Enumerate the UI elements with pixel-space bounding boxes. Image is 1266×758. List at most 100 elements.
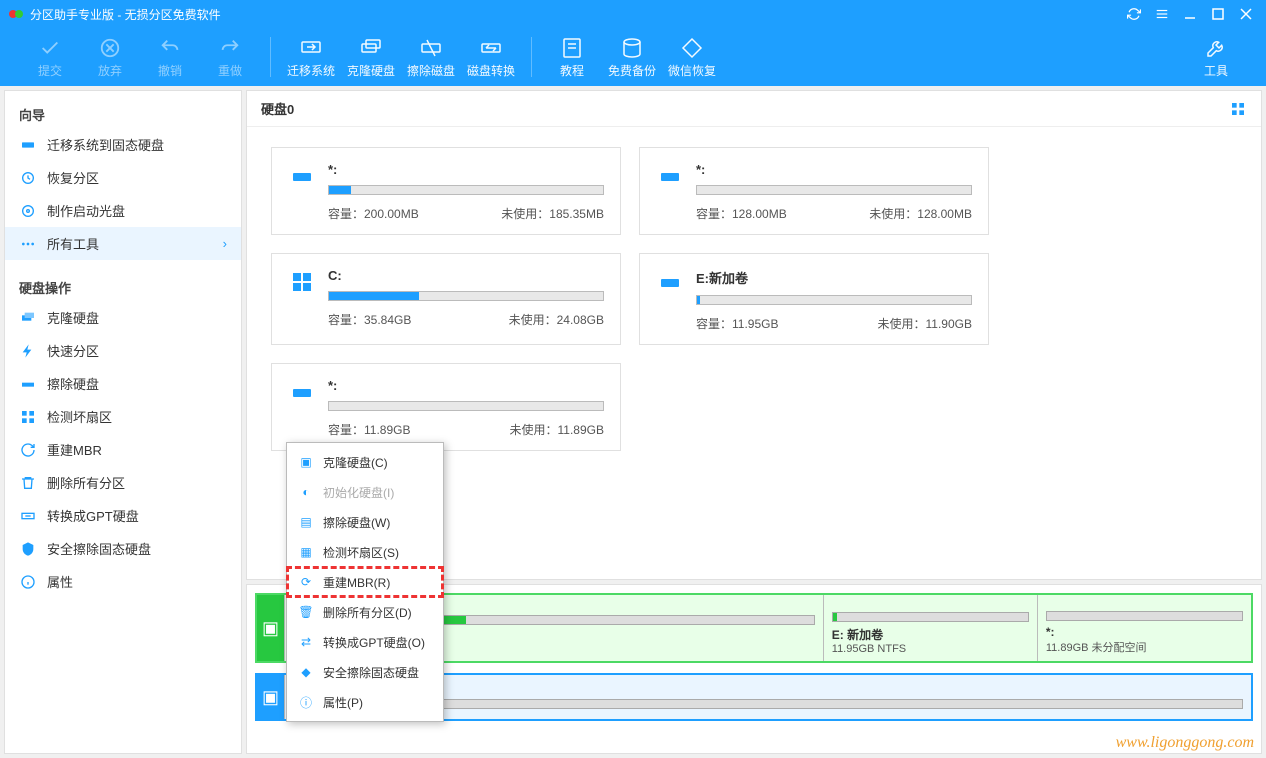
sidebar-item-rebuild-mbr[interactable]: 重建MBR: [5, 433, 241, 466]
drive-icon: [656, 162, 684, 190]
context-menu-item[interactable]: ▣ 克隆硬盘(C): [287, 447, 443, 477]
dots-icon: [19, 235, 37, 253]
menu-item-label: 转换成GPT硬盘(O): [323, 634, 425, 651]
app-logo-icon: [8, 6, 24, 22]
convert-icon: [19, 507, 37, 525]
partition-card[interactable]: E:新加卷 容量：11.95GB 未使用：11.90GB: [639, 253, 989, 345]
sidebar-item-alltools[interactable]: 所有工具›: [5, 227, 241, 260]
tutorial-button[interactable]: 教程: [542, 30, 602, 84]
menu-item-icon: ▦: [297, 543, 315, 561]
menu-item-icon: ▤: [297, 513, 315, 531]
free-backup-button[interactable]: 免费备份: [602, 30, 662, 84]
migrate-os-button[interactable]: 迁移系统: [281, 30, 341, 84]
recover-icon: [19, 169, 37, 187]
drive-icon: [288, 378, 316, 406]
refresh-icon: [19, 441, 37, 459]
drive-icon: [288, 268, 316, 296]
undo-icon: [158, 36, 182, 60]
sidebar-item-clone[interactable]: 克隆硬盘: [5, 301, 241, 334]
capacity-label: 容量：11.89GB: [328, 421, 410, 438]
capacity-label: 容量：200.00MB: [328, 205, 419, 222]
partition-card[interactable]: *: 容量：128.00MB 未使用：128.00MB: [639, 147, 989, 235]
wipe-icon: [419, 36, 443, 60]
view-toggle-icon[interactable]: [1229, 100, 1247, 118]
title-bar: 分区助手专业版 - 无损分区免费软件: [0, 0, 1266, 28]
disk-segment[interactable]: E: 新加卷 11.95GB NTFS: [824, 595, 1038, 661]
usage-bar: [328, 291, 604, 301]
maximize-button[interactable]: [1206, 2, 1230, 26]
wechat-recovery-button[interactable]: 微信恢复: [662, 30, 722, 84]
context-menu-item[interactable]: ⓘ属性(P): [287, 687, 443, 717]
bolt-icon: [19, 342, 37, 360]
menu-item-label: 初始化硬盘(I): [323, 484, 394, 501]
context-menu-item[interactable]: ⟳重建MBR(R): [287, 567, 443, 597]
sidebar-item-recover[interactable]: 恢复分区: [5, 161, 241, 194]
wizard-heading: 向导: [5, 97, 241, 128]
unused-label: 未使用：185.35MB: [501, 205, 604, 222]
sidebar-item-deleteall[interactable]: 删除所有分区: [5, 466, 241, 499]
sidebar-item-properties[interactable]: 属性: [5, 565, 241, 598]
info-icon: [19, 573, 37, 591]
disk-segment[interactable]: *: 11.89GB 未分配空间: [1038, 595, 1251, 661]
menu-item-icon: ▣: [297, 453, 315, 471]
sidebar-item-migrate-ssd[interactable]: 迁移系统到固态硬盘: [5, 128, 241, 161]
sidebar-item-badsector[interactable]: 检测坏扇区: [5, 400, 241, 433]
context-menu-item[interactable]: ▦检测坏扇区(S): [287, 537, 443, 567]
sidebar-item-secure-erase[interactable]: 安全擦除固态硬盘: [5, 532, 241, 565]
wipe-disk-button[interactable]: 擦除磁盘: [401, 30, 461, 84]
menu-item-label: 安全擦除固态硬盘: [323, 664, 419, 681]
sidebar: 向导 迁移系统到固态硬盘 恢复分区 制作启动光盘 所有工具› 硬盘操作 克隆硬盘…: [4, 90, 242, 754]
sidebar-item-wipe[interactable]: 擦除硬盘: [5, 367, 241, 400]
usage-bar: [328, 401, 604, 411]
migrate-icon: [299, 36, 323, 60]
partition-card[interactable]: C: 容量：35.84GB 未使用：24.08GB: [271, 253, 621, 345]
menu-item-icon: ◆: [297, 663, 315, 681]
tools-button[interactable]: 工具: [1186, 30, 1246, 84]
menu-item-label: 克隆硬盘(C): [323, 454, 388, 471]
segment-size: 11.95GB NTFS: [832, 643, 1029, 655]
sidebar-item-quickpart[interactable]: 快速分区: [5, 334, 241, 367]
wechat-icon: [680, 36, 704, 60]
clone-icon: [19, 309, 37, 327]
menu-item-icon: ◐: [297, 483, 315, 501]
shield-icon: [19, 540, 37, 558]
redo-button: 重做: [200, 30, 260, 84]
partition-card[interactable]: *: 容量：11.89GB 未使用：11.89GB: [271, 363, 621, 451]
partition-card[interactable]: *: 容量：200.00MB 未使用：185.35MB: [271, 147, 621, 235]
partition-name: E:新加卷: [696, 268, 972, 287]
refresh-icon[interactable]: [1122, 2, 1146, 26]
sidebar-item-bootdisc[interactable]: 制作启动光盘: [5, 194, 241, 227]
menu-icon[interactable]: [1150, 2, 1174, 26]
cancel-icon: [98, 36, 122, 60]
disk-title: 硬盘0: [261, 99, 294, 118]
clone-disk-button[interactable]: 克隆硬盘: [341, 30, 401, 84]
trash-icon: [19, 474, 37, 492]
close-button[interactable]: [1234, 2, 1258, 26]
chevron-right-icon: ›: [223, 236, 227, 251]
redo-icon: [218, 36, 242, 60]
minimize-button[interactable]: [1178, 2, 1202, 26]
partition-name: *:: [328, 378, 604, 393]
disk-head-icon: ▣: [257, 675, 285, 719]
context-menu: ▣ 克隆硬盘(C) ◐ 初始化硬盘(I) ▤擦除硬盘(W)▦检测坏扇区(S)⟳重建MBR…: [286, 442, 444, 722]
menu-item-label: 重建MBR(R): [323, 574, 390, 591]
context-menu-item[interactable]: ▤擦除硬盘(W): [287, 507, 443, 537]
usage-bar: [696, 185, 972, 195]
context-menu-item[interactable]: ⇄ 转换成GPT硬盘(O): [287, 627, 443, 657]
menu-item-label: 属性(P): [323, 694, 363, 711]
sidebar-item-togpt[interactable]: 转换成GPT硬盘: [5, 499, 241, 532]
drive-icon: [656, 268, 684, 296]
ssd-icon: [19, 136, 37, 154]
menu-item-icon: 🗑: [297, 603, 315, 621]
convert-icon: [479, 36, 503, 60]
check-icon: [38, 36, 62, 60]
disk-convert-button[interactable]: 磁盘转换: [461, 30, 521, 84]
partition-name: C:: [328, 268, 604, 283]
watermark: www.ligonggong.com: [1116, 734, 1254, 752]
context-menu-item[interactable]: 🗑 删除所有分区(D): [287, 597, 443, 627]
book-icon: [560, 36, 584, 60]
context-menu-item[interactable]: ◆ 安全擦除固态硬盘: [287, 657, 443, 687]
unused-label: 未使用：128.00MB: [869, 205, 972, 222]
menu-item-label: 删除所有分区(D): [323, 604, 412, 621]
menu-item-icon: ⇄: [297, 633, 315, 651]
